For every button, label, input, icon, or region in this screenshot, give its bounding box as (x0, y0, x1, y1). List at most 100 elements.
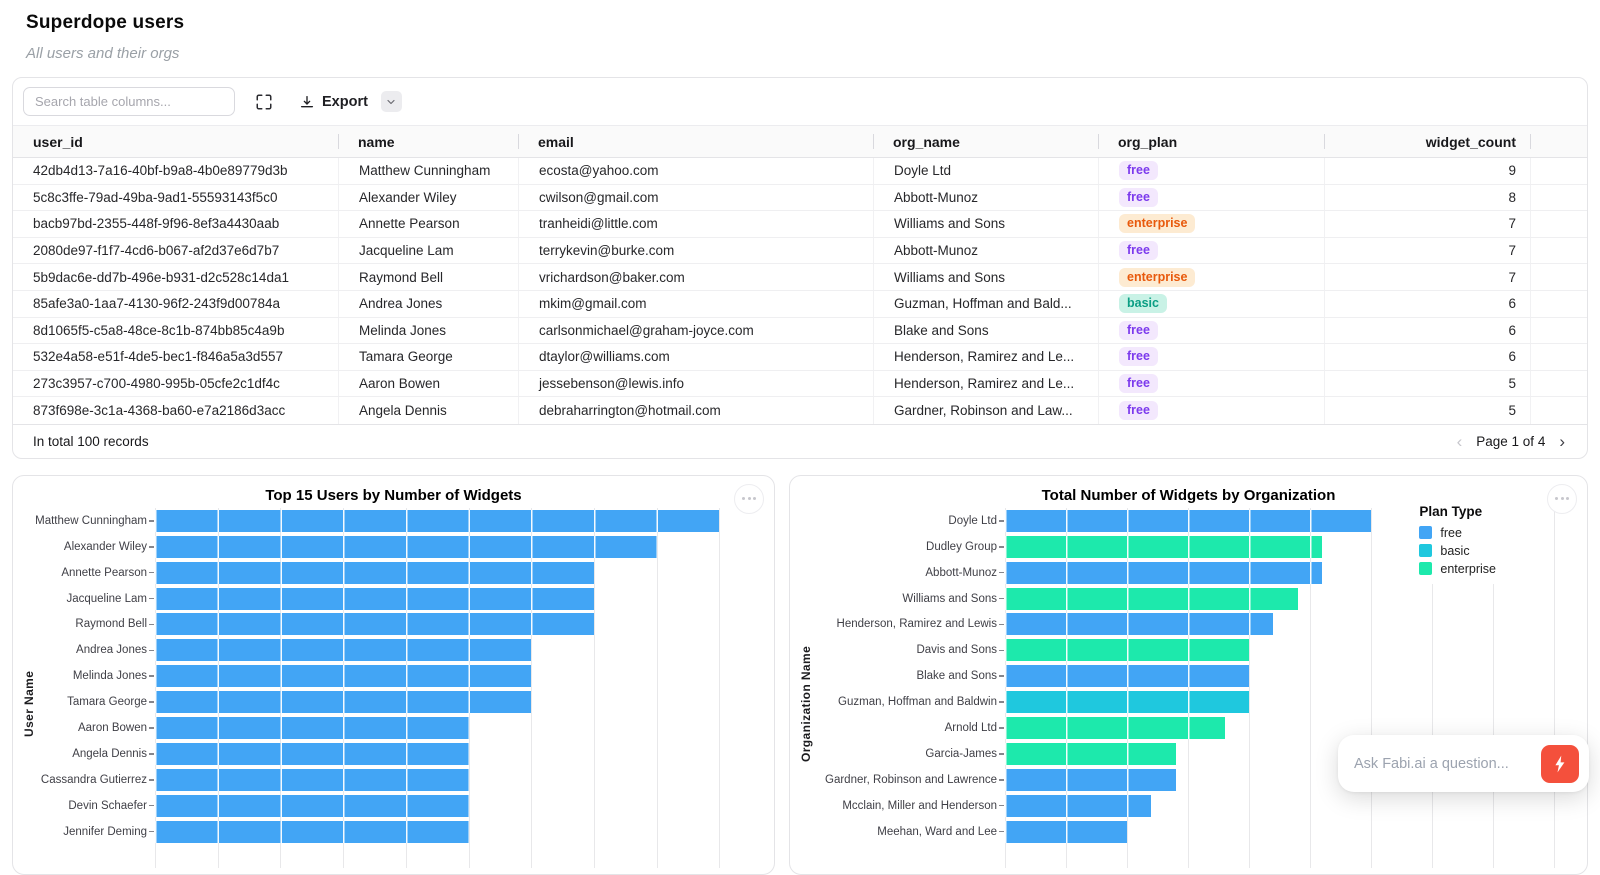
column-header-org_name[interactable]: org_name (873, 126, 1098, 157)
cell-widget_count: 8 (1324, 185, 1530, 211)
cell-widget_count: 6 (1324, 291, 1530, 317)
prev-page-button[interactable]: ‹ (1455, 433, 1465, 450)
chart-bar-row: Henderson, Ramirez and Lewis (790, 612, 1587, 638)
chart-bar-row: Raymond Bell (13, 612, 774, 638)
cell-org_plan: free (1098, 158, 1324, 184)
column-header-user_id[interactable]: user_id (13, 126, 338, 157)
bar (155, 795, 469, 817)
axis-tick (999, 831, 1004, 833)
ask-fabi-placeholder: Ask Fabi.ai a question... (1354, 756, 1509, 772)
category-label: Gardner, Robinson and Lawrence (790, 774, 997, 786)
chart-bar-row: Annette Pearson (13, 560, 774, 586)
cell-widget_count: 6 (1324, 318, 1530, 344)
expand-table-button[interactable] (253, 91, 275, 113)
table-footer: In total 100 records ‹ Page 1 of 4 › (13, 424, 1587, 458)
table-row[interactable]: bacb97bd-2355-448f-9f96-8ef3a4430aabAnne… (13, 211, 1587, 238)
chart-bar-row: Blake and Sons (790, 663, 1587, 689)
cell-org_plan: free (1098, 397, 1324, 424)
cell-name: Alexander Wiley (338, 185, 518, 211)
table-row[interactable]: 873f698e-3c1a-4368-ba60-e7a2186d3accAnge… (13, 397, 1587, 424)
axis-tick (999, 650, 1004, 652)
axis-tick (999, 805, 1004, 807)
ask-fabi-widget[interactable]: Ask Fabi.ai a question... (1338, 735, 1589, 792)
page-header: Superdope users All users and their orgs (0, 0, 1600, 62)
table-row[interactable]: 532e4a58-e51f-4de5-bec1-f846a5a3d557Tama… (13, 344, 1587, 371)
cell-name: Angela Dennis (338, 397, 518, 424)
cell-widget_count: 5 (1324, 397, 1530, 424)
table-row[interactable]: 85afe3a0-1aa7-4130-96f2-243f9d00784aAndr… (13, 291, 1587, 318)
bar (155, 743, 469, 765)
axis-tick (999, 701, 1004, 703)
table-row[interactable]: 42db4d13-7a16-40bf-b9a8-4b0e89779d3bMatt… (13, 158, 1587, 185)
export-label: Export (322, 94, 368, 110)
cell-org_name: Williams and Sons (873, 211, 1098, 237)
column-header-widget_count[interactable]: widget_count (1324, 126, 1530, 157)
chart-bar-row: Alexander Wiley (13, 534, 774, 560)
cell-spacer (1530, 158, 1587, 184)
cell-widget_count: 5 (1324, 371, 1530, 397)
cell-email: mkim@gmail.com (518, 291, 873, 317)
chart-bar-row: Tamara George (13, 689, 774, 715)
cell-user_id: 8d1065f5-c5a8-48ce-8c1b-874bb85c4a9b (13, 318, 338, 344)
bar (1005, 795, 1151, 817)
chart-menu-button[interactable] (734, 484, 764, 514)
bar (1005, 665, 1249, 687)
category-label: Alexander Wiley (13, 541, 147, 553)
next-page-button[interactable]: › (1557, 433, 1567, 450)
cell-org_plan: enterprise (1098, 211, 1324, 237)
cell-org_name: Doyle Ltd (873, 158, 1098, 184)
bar (1005, 510, 1371, 532)
category-label: Arnold Ltd (790, 722, 997, 734)
cell-user_id: 5b9dac6e-dd7b-496e-b931-d2c528c14da1 (13, 264, 338, 290)
bar (155, 588, 594, 610)
ask-fabi-button[interactable] (1541, 745, 1579, 783)
category-label: Dudley Group (790, 541, 997, 553)
table-row[interactable]: 2080de97-f1f7-4cd6-b067-af2d37e6d7b7Jacq… (13, 238, 1587, 265)
bar (1005, 691, 1249, 713)
lightning-bolt-icon (1550, 754, 1570, 774)
cell-widget_count: 7 (1324, 211, 1530, 237)
table-row[interactable]: 5c8c3ffe-79ad-49ba-9ad1-55593143f5c0Alex… (13, 185, 1587, 212)
page-indicator: Page 1 of 4 (1476, 434, 1545, 449)
chart-bar-row: Guzman, Hoffman and Baldwin (790, 689, 1587, 715)
cell-org_plan: enterprise (1098, 264, 1324, 290)
cell-spacer (1530, 238, 1587, 264)
users-table-card: Export user_idnameemailorg_nameorg_planw… (12, 77, 1588, 459)
table-row[interactable]: 273c3957-c700-4980-995b-05cfe2c1df4cAaro… (13, 371, 1587, 398)
cell-org_plan: basic (1098, 291, 1324, 317)
bar (1005, 743, 1176, 765)
bar (155, 769, 469, 791)
cell-name: Tamara George (338, 344, 518, 370)
plan-badge: free (1119, 321, 1158, 340)
axis-tick (149, 727, 154, 729)
legend-label: basic (1440, 544, 1469, 558)
chart-menu-button[interactable] (1547, 484, 1577, 514)
cell-email: terrykevin@burke.com (518, 238, 873, 264)
cell-email: dtaylor@williams.com (518, 344, 873, 370)
cell-email: debraharrington@hotmail.com (518, 397, 873, 424)
bar (155, 821, 469, 843)
export-dropdown-button[interactable] (381, 91, 402, 112)
category-label: Garcia-James (790, 748, 997, 760)
y-axis-label: Organization Name (799, 596, 813, 812)
cell-org_name: Guzman, Hoffman and Bald... (873, 291, 1098, 317)
cell-org_name: Williams and Sons (873, 264, 1098, 290)
axis-tick (149, 520, 154, 522)
column-header-org_plan[interactable]: org_plan (1098, 126, 1324, 157)
chart-bar-row: Jacqueline Lam (13, 586, 774, 612)
table-row[interactable]: 5b9dac6e-dd7b-496e-b931-d2c528c14da1Raym… (13, 264, 1587, 291)
axis-tick (999, 753, 1004, 755)
search-input[interactable] (23, 87, 235, 116)
cell-name: Andrea Jones (338, 291, 518, 317)
column-header-name[interactable]: name (338, 126, 518, 157)
cell-email: ecosta@yahoo.com (518, 158, 873, 184)
ellipsis-icon (1555, 497, 1558, 500)
ellipsis-icon (742, 497, 745, 500)
bar (155, 510, 719, 532)
cell-user_id: 5c8c3ffe-79ad-49ba-9ad1-55593143f5c0 (13, 185, 338, 211)
table-row[interactable]: 8d1065f5-c5a8-48ce-8c1b-874bb85c4a9bMeli… (13, 318, 1587, 345)
plan-badge: free (1119, 241, 1158, 260)
column-header-email[interactable]: email (518, 126, 873, 157)
export-button[interactable]: Export (293, 93, 374, 111)
cell-spacer (1530, 264, 1587, 290)
